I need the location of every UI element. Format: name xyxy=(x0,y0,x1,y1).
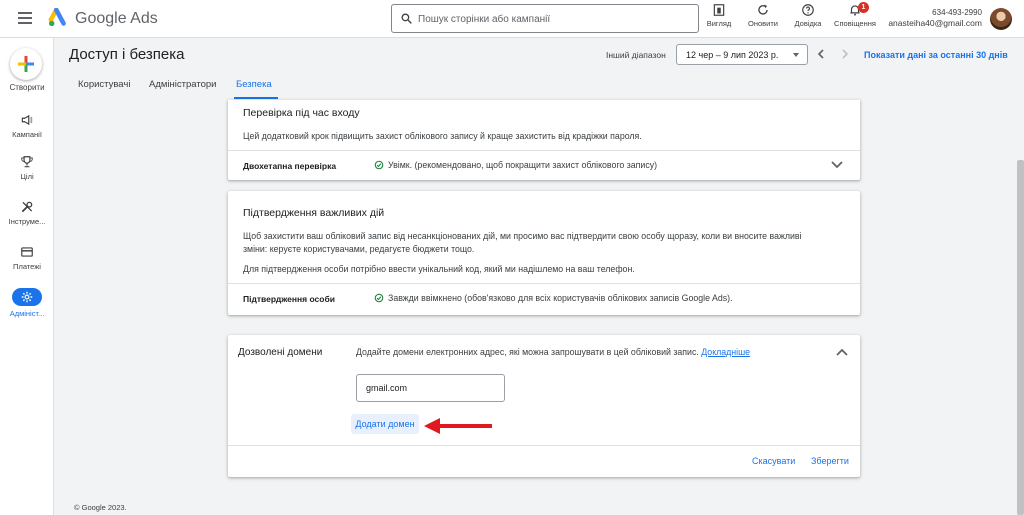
divider xyxy=(228,283,860,284)
sidebar-item-campaigns[interactable]: Кампанії xyxy=(0,113,54,149)
allowed-domains-card: Дозволені домени Додайте домени електрон… xyxy=(228,335,860,477)
chevron-down-icon[interactable] xyxy=(830,159,844,171)
date-range-select[interactable]: 12 чер – 9 лип 2023 р. xyxy=(676,44,808,65)
domain-field[interactable]: gmail.com xyxy=(356,374,505,402)
appearance-label: Вигляд xyxy=(706,19,732,28)
active-tab-indicator xyxy=(234,97,278,99)
sidebar-item-label: Кампанії xyxy=(12,130,42,139)
previous-period-icon[interactable] xyxy=(814,47,828,61)
sidebar-item-label: Платежі xyxy=(13,262,41,271)
check-circle-icon xyxy=(374,160,384,170)
notifications-button[interactable]: 1 Сповіщення xyxy=(833,2,877,35)
create-button[interactable] xyxy=(10,48,42,80)
account-info[interactable]: 634-493-2990 anasteiha40@gmail.com xyxy=(878,8,982,28)
help-icon xyxy=(802,4,814,16)
important-actions-title: Підтвердження важливих дій xyxy=(243,207,385,219)
tab-users[interactable]: Користувачі xyxy=(78,79,130,90)
page-title: Доступ і безпека xyxy=(69,46,185,63)
create-label: Створити xyxy=(9,83,45,92)
date-range-label: Інший діапазон xyxy=(606,50,666,60)
brand-name: Google Ads xyxy=(75,10,158,27)
red-arrow-annotation xyxy=(424,418,492,434)
page-tabs: Користувачі Адміністратори Безпека xyxy=(54,70,1024,100)
important-actions-description-line2: зміни: керуєте користувачами, редагуєте … xyxy=(243,244,475,254)
sidebar-item-billing[interactable]: Платежі xyxy=(0,245,54,281)
tab-security[interactable]: Безпека xyxy=(236,79,272,90)
top-app-bar: Google Ads Вигляд Оновити Довідка 1 Спов… xyxy=(0,0,1024,38)
check-circle-icon xyxy=(374,293,384,303)
save-button[interactable]: Зберегти xyxy=(811,456,849,466)
account-email: anasteiha40@gmail.com xyxy=(888,18,982,28)
scrollbar-thumb[interactable] xyxy=(1017,160,1024,515)
identity-verification-status: Завжди ввімкнено (обов'язково для всіх к… xyxy=(374,293,733,303)
trophy-icon xyxy=(21,156,33,168)
sidebar-item-admin[interactable]: Адмініст... xyxy=(0,288,54,324)
sidebar-item-tools[interactable]: Інструме... xyxy=(0,200,54,236)
allowed-domains-description-text: Додайте домени електронних адрес, які мо… xyxy=(356,347,699,357)
divider xyxy=(228,445,860,446)
dropdown-arrow-icon xyxy=(793,53,799,57)
sidebar-item-label: Інструме... xyxy=(8,217,46,226)
two-step-status-text: Увімк. (рекомендовано, щоб покращити зах… xyxy=(388,160,658,170)
footer-copyright: © Google 2023. xyxy=(74,503,127,512)
tab-administrators[interactable]: Адміністратори xyxy=(149,79,216,90)
learn-more-link[interactable]: Докладніше xyxy=(701,347,750,357)
account-phone: 634-493-2990 xyxy=(932,8,982,17)
important-actions-description-line1: Щоб захистити ваш обліковий запис від не… xyxy=(243,231,802,241)
credit-card-icon xyxy=(21,247,33,257)
tools-icon xyxy=(21,201,33,213)
important-actions-card: Підтвердження важливих дій Щоб захистити… xyxy=(228,191,860,315)
notifications-label: Сповіщення xyxy=(834,19,876,28)
refresh-icon xyxy=(758,4,768,15)
add-domain-button[interactable]: Додати домен xyxy=(351,414,419,434)
search-input[interactable] xyxy=(418,9,688,29)
search-icon xyxy=(401,13,412,24)
appearance-icon xyxy=(713,4,725,16)
login-check-description: Цей додатковий крок підвищить захист обл… xyxy=(243,131,642,141)
divider xyxy=(228,150,860,151)
plus-icon xyxy=(18,56,34,72)
two-step-status: Увімк. (рекомендовано, щоб покращити зах… xyxy=(374,160,657,170)
google-ads-logo[interactable] xyxy=(48,8,70,28)
menu-icon[interactable] xyxy=(18,12,32,24)
notification-badge: 1 xyxy=(858,2,869,13)
login-check-title: Перевірка під час входу xyxy=(243,107,360,119)
identity-verification-label: Підтвердження особи xyxy=(243,294,335,304)
help-label: Довідка xyxy=(794,19,822,28)
chevron-up-icon[interactable] xyxy=(835,346,849,358)
left-navigation: Створити Кампанії Цілі Інструме... Плате… xyxy=(0,38,54,515)
appearance-button[interactable]: Вигляд xyxy=(697,3,741,35)
identity-verification-status-text: Завжди ввімкнено (обов'язково для всіх к… xyxy=(388,293,733,303)
sidebar-item-label: Адмініст... xyxy=(9,309,45,318)
important-actions-code-note: Для підтвердження особи потрібно ввести … xyxy=(243,264,635,274)
allowed-domains-title: Дозволені домени xyxy=(238,347,323,358)
megaphone-icon xyxy=(21,114,33,126)
refresh-button[interactable]: Оновити xyxy=(741,3,785,35)
avatar[interactable] xyxy=(990,8,1012,30)
sidebar-item-goals[interactable]: Цілі xyxy=(0,155,54,191)
allowed-domains-description: Додайте домени електронних адрес, які мо… xyxy=(356,346,750,359)
search-box[interactable] xyxy=(391,4,699,33)
refresh-label: Оновити xyxy=(748,19,778,28)
active-indicator xyxy=(12,288,42,306)
show-last-30-days-link[interactable]: Показати дані за останні 30 днів xyxy=(864,50,1008,60)
cancel-button[interactable]: Скасувати xyxy=(752,456,795,466)
help-button[interactable]: Довідка xyxy=(786,3,830,35)
login-check-card: Перевірка під час входу Цей додатковий к… xyxy=(228,100,860,180)
date-range-value: 12 чер – 9 лип 2023 р. xyxy=(686,50,779,60)
two-step-label: Двохетапна перевірка xyxy=(243,161,337,171)
sidebar-item-label: Цілі xyxy=(20,172,34,181)
gear-icon xyxy=(21,291,33,303)
next-period-icon[interactable] xyxy=(838,47,852,61)
